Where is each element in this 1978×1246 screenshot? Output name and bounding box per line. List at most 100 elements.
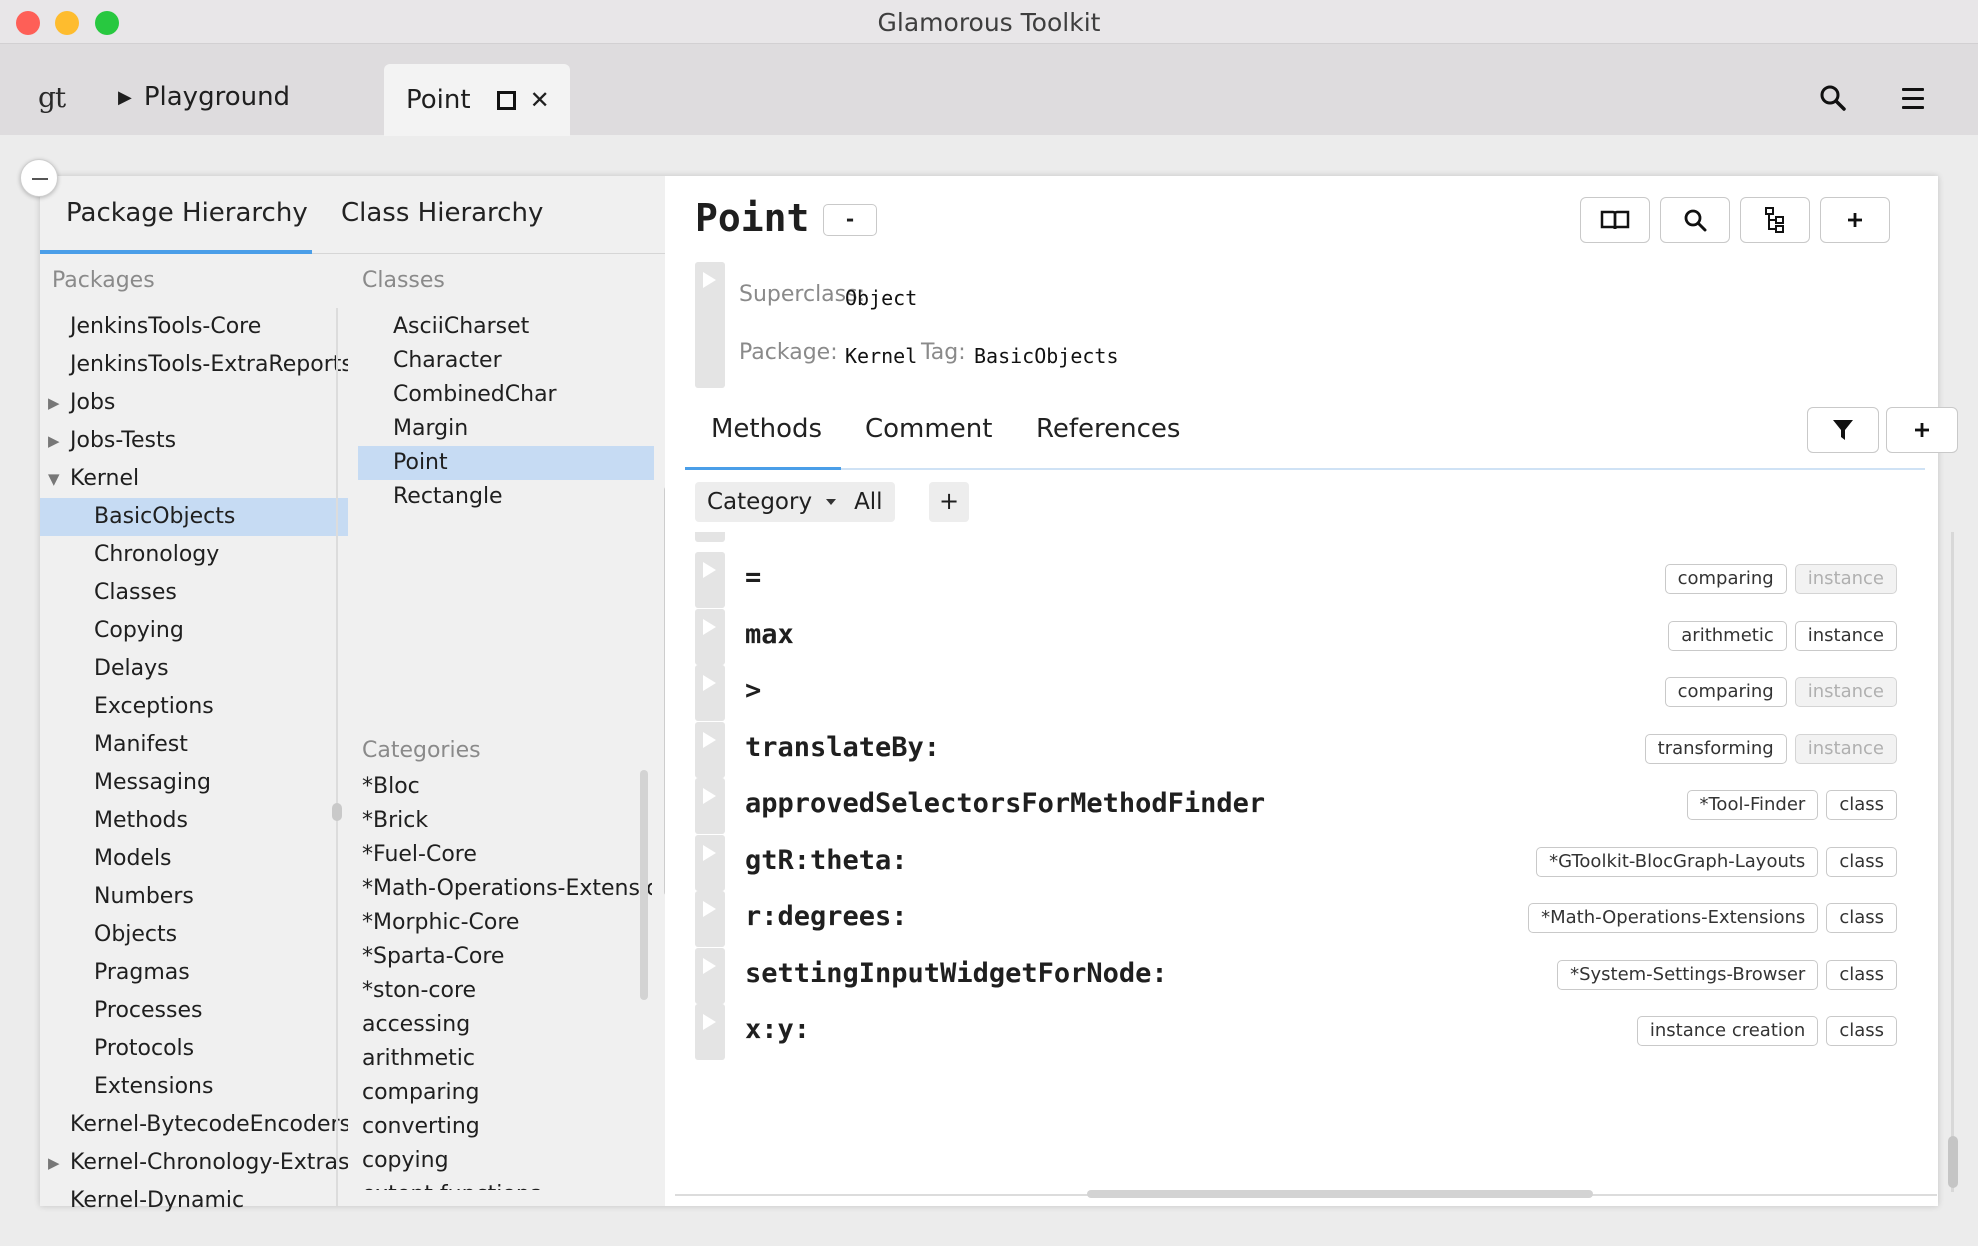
side-badge[interactable]: instance: [1794, 564, 1897, 594]
method-row[interactable]: settingInputWidgetForNode: *System-Settin…: [695, 947, 1907, 1004]
method-expander[interactable]: [695, 665, 725, 721]
side-badge[interactable]: instance: [1794, 733, 1897, 764]
method-expander[interactable]: [695, 721, 725, 778]
package-item[interactable]: Chronology: [40, 536, 348, 574]
method-expander[interactable]: [695, 947, 725, 1004]
method-selector[interactable]: max: [745, 619, 794, 650]
category-item[interactable]: converting: [362, 1110, 652, 1144]
gt-logo[interactable]: gt: [38, 81, 66, 114]
method-selector[interactable]: gtR:theta:: [745, 845, 908, 876]
point-tab[interactable]: Point ✕: [384, 64, 570, 136]
filter-button[interactable]: [1807, 407, 1879, 453]
method-expander[interactable]: [695, 608, 725, 665]
package-item[interactable]: BasicObjects: [40, 498, 348, 536]
category-item[interactable]: *Fuel-Core: [362, 838, 652, 872]
playground-tab[interactable]: ▶ Playground: [118, 82, 290, 112]
method-row[interactable]: r:degrees: *Math-Operations-Extensions cla…: [695, 891, 1907, 947]
package-value[interactable]: Kernel: [845, 344, 917, 368]
method-selector[interactable]: >: [745, 675, 761, 706]
category-item[interactable]: copying: [362, 1144, 652, 1178]
method-row[interactable]: > comparing instance: [695, 665, 1907, 721]
method-selector[interactable]: translateBy:: [745, 732, 940, 763]
package-item[interactable]: Processes: [40, 992, 348, 1030]
hierarchy-button[interactable]: [1740, 197, 1810, 243]
method-selector[interactable]: approvedSelectorsForMethodFinder: [745, 788, 1265, 819]
class-item[interactable]: Margin: [358, 412, 654, 446]
category-item[interactable]: *Morphic-Core: [362, 906, 652, 940]
package-item[interactable]: Manifest: [40, 726, 348, 764]
package-item[interactable]: JenkinsTools-ExtraReports: [40, 346, 348, 384]
tab-methods[interactable]: Methods: [711, 414, 822, 444]
package-item[interactable]: Models: [40, 840, 348, 878]
protocol-badge[interactable]: comparing: [1664, 677, 1787, 707]
category-item[interactable]: *ston-core: [362, 974, 652, 1008]
class-item[interactable]: CombinedChar: [358, 378, 654, 412]
package-item[interactable]: Protocols: [40, 1030, 348, 1068]
packages-scrollbar[interactable]: [332, 803, 342, 821]
collapse-pane-button[interactable]: [20, 159, 58, 197]
class-item[interactable]: AsciiCharset: [358, 310, 654, 344]
class-definition-expander[interactable]: [695, 262, 725, 388]
package-item[interactable]: Methods: [40, 802, 348, 840]
package-item[interactable]: Objects: [40, 916, 348, 954]
category-item[interactable]: *Math-Operations-Extensions: [362, 872, 652, 906]
tag-value[interactable]: BasicObjects: [974, 344, 1119, 368]
side-badge[interactable]: instance: [1794, 620, 1897, 651]
methods-vertical-scrollbar[interactable]: [1948, 1136, 1958, 1188]
category-filter-value[interactable]: All: [854, 489, 883, 515]
package-item[interactable]: Numbers: [40, 878, 348, 916]
search-icon[interactable]: [1819, 84, 1847, 116]
method-row[interactable]: approvedSelectorsForMethodFinder *Tool-Fi…: [695, 778, 1907, 834]
package-item[interactable]: Classes: [40, 574, 348, 612]
method-expander[interactable]: [695, 834, 725, 891]
package-item[interactable]: Copying: [40, 612, 348, 650]
categories-scrollbar[interactable]: [640, 770, 648, 1000]
method-row[interactable]: gtR:theta: *GToolkit-BlocGraph-Layouts cla…: [695, 834, 1907, 891]
side-badge[interactable]: class: [1826, 959, 1897, 990]
protocol-badge[interactable]: *System-Settings-Browser: [1557, 959, 1819, 990]
method-row[interactable]: x:y: instance creation class: [695, 1004, 1907, 1060]
method-selector[interactable]: r:degrees:: [745, 901, 908, 932]
protocol-badge[interactable]: comparing: [1664, 564, 1787, 594]
tab-references[interactable]: References: [1036, 414, 1180, 444]
protocol-badge[interactable]: instance creation: [1636, 1016, 1819, 1046]
protocol-badge[interactable]: transforming: [1644, 733, 1787, 764]
category-item[interactable]: *Bloc: [362, 770, 652, 804]
package-item[interactable]: Kernel-BytecodeEncoders: [40, 1106, 348, 1144]
category-item[interactable]: arithmetic: [362, 1042, 652, 1076]
class-item[interactable]: Rectangle: [358, 480, 654, 514]
method-selector[interactable]: settingInputWidgetForNode:: [745, 958, 1168, 989]
category-item[interactable]: comparing: [362, 1076, 652, 1110]
add-button[interactable]: [1820, 197, 1890, 243]
protocol-badge[interactable]: *GToolkit-BlocGraph-Layouts: [1536, 846, 1819, 877]
package-item[interactable]: ▼ Kernel: [40, 460, 348, 498]
tab-package-hierarchy[interactable]: Package Hierarchy: [66, 198, 308, 228]
category-item[interactable]: accessing: [362, 1008, 652, 1042]
protocol-badge[interactable]: *Tool-Finder: [1686, 790, 1819, 820]
method-expander[interactable]: [695, 891, 725, 947]
side-badge[interactable]: class: [1826, 903, 1897, 933]
method-expander[interactable]: [695, 778, 725, 834]
method-expander[interactable]: [695, 552, 725, 608]
tab-class-hierarchy[interactable]: Class Hierarchy: [341, 198, 543, 228]
collapse-class-button[interactable]: -: [823, 204, 877, 236]
category-filter-dropdown[interactable]: Category: [707, 489, 812, 515]
chevron-right-icon[interactable]: ▶: [48, 422, 60, 460]
category-item[interactable]: *Sparta-Core: [362, 940, 652, 974]
method-selector[interactable]: =: [745, 562, 761, 593]
method-selector[interactable]: x:y:: [745, 1014, 810, 1045]
method-expander[interactable]: [695, 1004, 725, 1060]
hamburger-menu-icon[interactable]: [1902, 88, 1924, 115]
method-row[interactable]: max arithmetic instance: [695, 608, 1907, 665]
chevron-right-icon[interactable]: ▶: [48, 1144, 60, 1182]
chevron-down-icon[interactable]: [826, 499, 837, 505]
protocol-badge[interactable]: arithmetic: [1668, 620, 1787, 651]
method-row[interactable]: translateBy: transforming instance: [695, 721, 1907, 778]
package-item[interactable]: Messaging: [40, 764, 348, 802]
side-badge[interactable]: instance: [1794, 677, 1897, 707]
package-item[interactable]: ▶ Kernel-Chronology-Extras: [40, 1144, 348, 1182]
superclass-value[interactable]: Object: [845, 286, 917, 310]
add-filter-button[interactable]: +: [929, 482, 969, 522]
category-item[interactable]: *Brick: [362, 804, 652, 838]
package-item[interactable]: ▶ Jobs-Tests: [40, 422, 348, 460]
